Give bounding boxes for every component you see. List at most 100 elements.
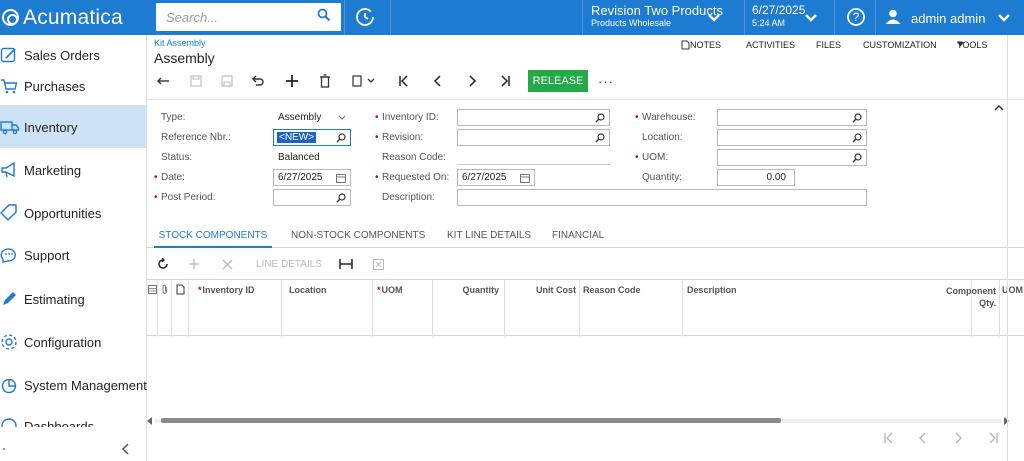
search-input[interactable] [156,3,341,31]
scroll-right-icon[interactable] [1003,417,1009,425]
business-date-selector[interactable]: 6/27/2025 5:24 AM [749,0,827,35]
column-header-uom-2: UOM [1002,285,1023,295]
location-field[interactable] [717,129,867,146]
calendar-icon[interactable] [520,173,530,186]
sidebar-item-marketing[interactable]: Marketing [0,148,146,191]
breadcrumb[interactable]: Kit Assembly [154,38,206,48]
last-record-icon[interactable] [497,70,513,92]
lookup-icon[interactable] [336,133,346,146]
grid-column-files[interactable] [158,280,172,337]
grid-column-notes[interactable] [172,280,189,337]
description-field[interactable] [457,189,867,206]
warehouse-field[interactable] [717,109,867,126]
sidebar-item-label: Configuration [24,335,102,350]
grid-column-uom[interactable]: UOM [373,280,433,337]
tab-financial[interactable]: FINANCIAL [552,222,604,248]
lookup-icon[interactable] [595,133,605,146]
undo-icon[interactable] [249,70,265,92]
grid-column-description[interactable]: Description [683,280,972,337]
type-select[interactable]: Assembly [273,109,351,126]
grid-column-location[interactable]: Location [282,280,373,337]
gear-icon [0,333,18,351]
save-close-icon[interactable] [189,70,203,92]
grid-column-component-qty[interactable]: Component Qty. [946,280,1000,337]
copy-paste-menu[interactable] [351,70,377,92]
scroll-left-icon[interactable] [147,417,153,425]
post-period-field[interactable] [273,189,351,206]
reason-code-field[interactable] [457,164,610,165]
activities-link[interactable]: ACTIVITIES [746,40,795,50]
app-logo[interactable]: Acumatica [0,0,147,35]
grid-column-quantity[interactable]: Quantity [433,280,505,337]
lookup-icon[interactable] [336,193,346,206]
scroll-thumb[interactable] [161,418,781,423]
help-icon[interactable]: ? [846,7,866,27]
user-menu[interactable]: admin admin [880,0,1024,35]
search-icon[interactable] [317,8,331,25]
branch-selector[interactable]: Revision Two Products Products Wholesale [588,0,740,35]
grid-column-unit-cost[interactable]: Unit Cost [505,280,580,337]
requested-on-field[interactable]: 6/27/2025 [457,169,535,186]
date-field[interactable]: 6/27/2025 [273,169,351,186]
add-icon[interactable] [284,70,300,92]
first-record-icon[interactable] [396,70,412,92]
calendar-icon[interactable] [336,173,346,186]
grid-column-reason-code[interactable]: Reason Code [580,280,683,337]
uom-label: UOM: [635,152,668,163]
sidebar-item-system-management[interactable]: System Management [0,363,147,406]
tab-non-stock-components[interactable]: NON-STOCK COMPONENTS [291,222,425,248]
last-page-icon[interactable] [987,432,999,447]
sidebar-item-configuration[interactable]: Configuration [0,320,146,363]
delete-icon[interactable] [317,70,333,92]
uom-field[interactable] [717,149,867,166]
sidebar-item-estimating[interactable]: Estimating [0,277,146,320]
quantity-field[interactable]: 0.00 [717,169,795,186]
refresh-icon[interactable] [157,253,169,275]
sidebar-item-support[interactable]: Support [0,234,146,277]
business-date: 6/27/2025 [752,3,806,17]
sidebar-item-dashboards[interactable]: Dashboards [0,413,146,427]
customization-link[interactable]: CUSTOMIZATION [863,40,937,50]
previous-record-icon[interactable] [430,70,446,92]
first-page-icon[interactable] [883,432,895,447]
release-button[interactable]: RELEASE [528,70,588,92]
lookup-icon[interactable] [595,113,605,126]
tab-kit-line-details[interactable]: KIT LINE DETAILS [447,222,531,248]
history-icon[interactable] [352,4,378,30]
grid-column-inventory-id[interactable]: Inventory ID [189,280,282,337]
inventory-id-field[interactable] [457,109,610,126]
sidebar-item-opportunities[interactable]: Opportunities [0,191,146,234]
lookup-icon[interactable] [852,133,862,146]
sidebar-item-inventory[interactable]: Inventory [0,105,146,148]
sidebar-item-label: Dashboards [24,419,95,427]
notes-link[interactable]: NOTES [681,40,721,51]
tools-menu[interactable]: TOOLS [957,40,987,50]
grid-column-uom-2[interactable]: UOM [1000,280,1024,337]
revision-field[interactable] [457,129,610,146]
fit-to-screen-icon[interactable] [339,253,353,275]
back-icon[interactable] [155,70,171,92]
delete-row-icon[interactable] [222,253,233,275]
add-row-icon[interactable] [188,253,200,275]
lookup-icon[interactable] [852,153,862,166]
more-actions-button[interactable]: ··· [596,70,616,92]
horizontal-scrollbar[interactable] [147,416,1009,426]
lookup-icon[interactable] [852,113,862,126]
notes-label: NOTES [690,40,722,50]
collapse-sidebar-icon[interactable] [121,443,131,458]
line-details-button[interactable]: LINE DETAILS [256,253,322,275]
reference-nbr-field[interactable]: <NEW> [273,129,351,146]
next-record-icon[interactable] [464,70,480,92]
tab-stock-components[interactable]: STOCK COMPONENTS [154,222,272,248]
previous-page-icon[interactable] [918,432,928,447]
search-box[interactable] [156,3,341,31]
next-page-icon[interactable] [953,432,963,447]
grid-column-attach[interactable] [147,280,158,337]
files-link[interactable]: FILES [816,40,841,50]
save-icon[interactable] [220,70,234,92]
pen-icon [0,290,18,308]
collapse-form-icon[interactable] [994,103,1004,115]
export-excel-icon[interactable] [373,253,384,275]
column-header-description: Description [687,285,737,295]
sidebar-item-purchases[interactable]: Purchases [0,65,146,108]
